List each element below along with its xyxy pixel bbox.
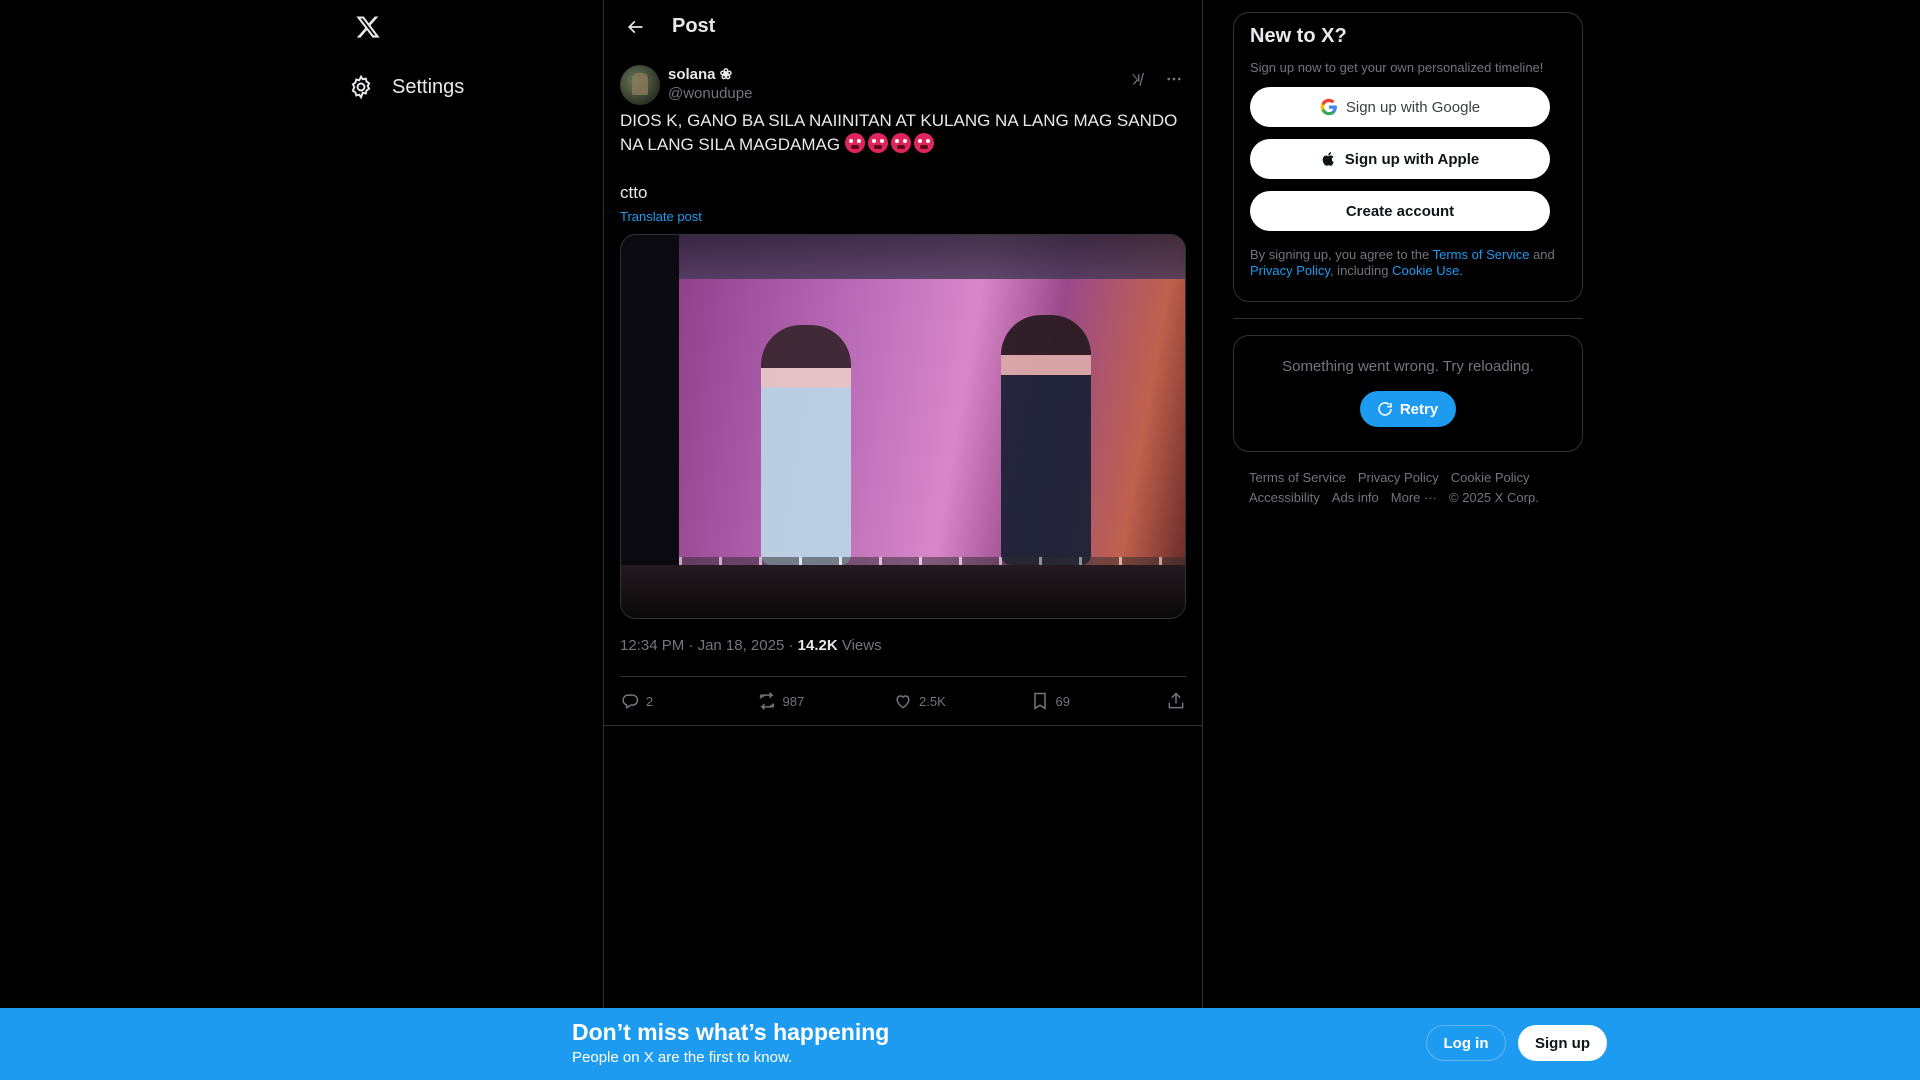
views-count: 14.2K [797, 637, 838, 654]
footer-copyright: © 2025 X Corp. [1449, 490, 1539, 505]
signup-subtitle: Sign up now to get your own personalized… [1250, 60, 1544, 75]
footer-links: Terms of Service Privacy Policy Cookie P… [1233, 468, 1563, 508]
share-button[interactable] [1166, 691, 1186, 711]
footer-link-ads-info[interactable]: Ads info [1332, 488, 1379, 508]
bottom-signup-bar: Don’t miss what’s happening People on X … [0, 1008, 1920, 1080]
google-icon [1320, 98, 1337, 116]
like-count: 2.5K [919, 693, 946, 709]
signup-google-button[interactable]: Sign up with Google [1250, 87, 1550, 127]
angry-face-emoji-icon [844, 133, 865, 153]
page-title: Post [672, 15, 716, 37]
footer-link-terms[interactable]: Terms of Service [1249, 468, 1346, 488]
meta-separator: · [688, 637, 694, 654]
signup-apple-label: Sign up with Apple [1344, 150, 1480, 168]
refresh-icon [1378, 402, 1392, 416]
footer-link-privacy[interactable]: Privacy Policy [1358, 468, 1439, 488]
tweet-text: DIOS K, GANO BA SILA NAIINITAN AT KULANG… [620, 109, 1186, 157]
footer-link-cookie[interactable]: Cookie Policy [1451, 468, 1530, 488]
repost-count: 987 [782, 693, 805, 709]
footer-link-accessibility[interactable]: Accessibility [1249, 488, 1320, 508]
bottom-bar-subtitle: People on X are the first to know. [572, 1049, 793, 1066]
privacy-link[interactable]: Privacy Policy [1250, 263, 1330, 278]
cookie-link[interactable]: Cookie Use. [1392, 263, 1463, 278]
author-actions [1126, 67, 1186, 91]
retry-label: Retry [1399, 400, 1439, 418]
bookmark-button[interactable]: 69 [1030, 691, 1162, 711]
sidebar-divider [1233, 318, 1583, 319]
right-sidebar: New to X? Sign up now to get your own pe… [1233, 0, 1583, 508]
left-navigation: Settings [340, 0, 600, 1008]
bottom-bar-title: Don’t miss what’s happening [572, 1019, 890, 1045]
share-icon [1168, 692, 1184, 709]
signup-google-label: Sign up with Google [1345, 98, 1481, 116]
author-names: solana ❀ @wonudupe [668, 65, 752, 103]
post-header: Post [604, 0, 1202, 53]
main-bottom-divider [604, 725, 1202, 726]
signup-button[interactable]: Sign up [1518, 1025, 1607, 1061]
angry-face-emoji-icon [867, 133, 888, 153]
apple-icon [1322, 152, 1334, 166]
emoji-group [844, 133, 937, 154]
bookmark-count: 69 [1055, 693, 1070, 709]
main-column: Post solana ❀ @wonudupe DIOS K, GANO BA … [603, 0, 1203, 1008]
bookmark-icon [1033, 692, 1046, 710]
signup-legal: By signing up, you agree to the Terms of… [1250, 247, 1566, 279]
error-card: Something went wrong. Try reloading. Ret… [1233, 335, 1583, 452]
tweet: solana ❀ @wonudupe DIOS K, GANO BA SILA … [604, 53, 1202, 725]
angry-face-emoji-icon [913, 133, 934, 153]
heart-icon [896, 695, 910, 709]
tweet-text-credit: ctto [620, 183, 648, 202]
repost-button[interactable]: 987 [757, 691, 889, 711]
nav-item-settings[interactable]: Settings [348, 70, 464, 104]
angry-face-emoji-icon [890, 133, 911, 153]
author-display-name[interactable]: solana ❀ [668, 65, 752, 84]
signup-title: New to X? [1250, 25, 1347, 47]
media-stage-screen [679, 235, 1185, 565]
media-stage-rig [679, 235, 1185, 279]
tweet-author-row: solana ❀ @wonudupe [620, 53, 1186, 105]
tweet-meta: 12:34 PM · Jan 18, 2025 · 14.2K Views [620, 637, 1186, 659]
translate-post-link[interactable]: Translate post [620, 209, 702, 224]
legal-prefix: By signing up, you agree to the [1250, 247, 1430, 262]
error-message: Something went wrong. Try reloading. [1282, 358, 1534, 375]
nav-settings-label: Settings [392, 75, 465, 98]
retry-button[interactable]: Retry [1359, 391, 1457, 427]
author-handle[interactable]: @wonudupe [668, 84, 752, 103]
login-button[interactable]: Log in [1426, 1025, 1506, 1061]
signup-apple-button[interactable]: Sign up with Apple [1250, 139, 1550, 179]
more-options-icon[interactable] [1162, 67, 1186, 91]
media-performer-right [1001, 315, 1091, 565]
terms-link[interactable]: Terms of Service [1433, 247, 1530, 262]
create-account-button[interactable]: Create account [1250, 191, 1550, 231]
tweet-date[interactable]: Jan 18, 2025 [698, 637, 785, 654]
tweet-time[interactable]: 12:34 PM [620, 637, 684, 654]
grok-icon[interactable] [1126, 67, 1150, 91]
tweet-actions: 2 987 2.5K 69 [620, 677, 1186, 725]
like-button[interactable]: 2.5K [893, 691, 1025, 711]
repost-icon [759, 692, 774, 710]
media-stage-floor [621, 565, 1185, 618]
legal-including: , including [1329, 263, 1389, 278]
x-logo-icon[interactable] [348, 12, 388, 42]
reply-icon [622, 694, 639, 709]
reply-button[interactable]: 2 [620, 691, 752, 711]
tweet-media-image[interactable] [620, 234, 1186, 619]
media-performer-left [761, 325, 851, 565]
reply-count: 2 [646, 693, 654, 709]
avatar[interactable] [620, 65, 660, 105]
views-label: Views [841, 637, 882, 654]
signup-card: New to X? Sign up now to get your own pe… [1233, 12, 1583, 302]
back-arrow-icon[interactable] [620, 12, 650, 42]
meta-separator: · [788, 637, 794, 654]
gear-icon [351, 74, 371, 100]
footer-link-more[interactable]: More ··· [1391, 488, 1437, 508]
legal-and: and [1533, 247, 1555, 262]
